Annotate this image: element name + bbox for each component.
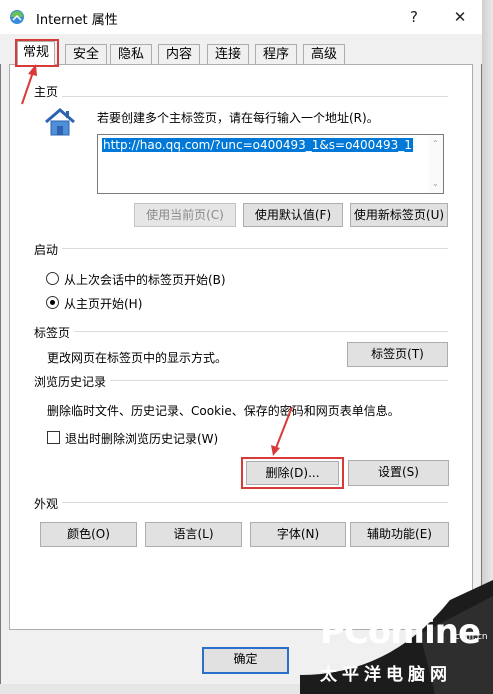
languages-button[interactable]: 语言(L) xyxy=(145,522,242,547)
radio-selected-dot xyxy=(50,300,55,305)
home-instruction: 若要创建多个主标签页，请在每行输入一个地址(R)。 xyxy=(97,111,379,125)
scroll-up-icon[interactable]: ⌃ xyxy=(432,139,439,148)
accessibility-button[interactable]: 辅助功能(E) xyxy=(350,522,449,547)
tabs-section-label: 标签页 xyxy=(34,324,75,341)
appearance-section-label: 外观 xyxy=(34,495,63,512)
use-new-tab-button[interactable]: 使用新标签页(U) xyxy=(350,203,448,227)
startup-divider xyxy=(36,248,448,249)
home-section-label: 主页 xyxy=(34,83,63,100)
tabs-divider xyxy=(36,331,448,332)
startup-last-session-label: 从上次会话中的标签页开始(B) xyxy=(64,273,226,287)
highlight-general-tab xyxy=(15,39,59,67)
tab-connections[interactable]: 连接 xyxy=(207,44,249,65)
close-button[interactable]: ✕ xyxy=(446,4,474,30)
pconline-watermark: PConline .com.cn 太平洋电脑网 xyxy=(300,580,493,694)
tabs-description: 更改网页在标签页中的显示方式。 xyxy=(47,351,228,365)
window-title: Internet 属性 xyxy=(36,13,118,28)
history-settings-button[interactable]: 设置(S) xyxy=(348,460,449,486)
delete-on-exit-checkbox[interactable] xyxy=(47,431,60,444)
title-bar: Internet 属性 ? ✕ xyxy=(0,0,482,34)
delete-on-exit-label: 退出时删除浏览历史记录(W) xyxy=(65,432,219,446)
tab-content[interactable]: 内容 xyxy=(158,44,200,65)
home-house-icon xyxy=(45,108,75,136)
fonts-button[interactable]: 字体(N) xyxy=(250,522,346,547)
watermark-chinese-name: 太平洋电脑网 xyxy=(320,665,452,685)
watermark-domain: .com.cn xyxy=(452,632,488,642)
history-description: 删除临时文件、历史记录、Cookie、保存的密码和网页表单信息。 xyxy=(47,404,400,418)
tab-privacy[interactable]: 隐私 xyxy=(110,44,152,65)
appearance-divider xyxy=(36,502,448,503)
highlight-delete-button xyxy=(241,457,344,489)
startup-section-label: 启动 xyxy=(34,241,63,258)
tab-security[interactable]: 安全 xyxy=(65,44,107,65)
tabs-settings-button[interactable]: 标签页(T) xyxy=(347,342,448,367)
use-current-button[interactable]: 使用当前页(C) xyxy=(134,203,236,227)
scroll-down-icon[interactable]: ⌄ xyxy=(432,179,439,188)
startup-home-page-radio[interactable] xyxy=(46,296,59,309)
tab-programs[interactable]: 程序 xyxy=(255,44,297,65)
colors-button[interactable]: 颜色(O) xyxy=(40,522,137,547)
internet-options-icon xyxy=(10,10,24,24)
ok-button[interactable]: 确定 xyxy=(202,647,289,674)
url-scrollbar[interactable]: ⌃ ⌄ xyxy=(429,135,443,193)
startup-last-session-radio[interactable] xyxy=(46,272,59,285)
tab-advanced[interactable]: 高级 xyxy=(303,44,345,65)
home-page-url-text: http://hao.qq.com/?unc=o400493_1&s=o4004… xyxy=(102,138,413,152)
use-default-button[interactable]: 使用默认值(F) xyxy=(243,203,343,227)
startup-home-page-label: 从主页开始(H) xyxy=(64,297,143,311)
history-section-label: 浏览历史记录 xyxy=(34,373,111,390)
home-section-divider xyxy=(36,96,448,97)
home-page-url-textarea[interactable]: http://hao.qq.com/?unc=o400493_1&s=o4004… xyxy=(97,134,444,194)
help-button[interactable]: ? xyxy=(400,4,428,30)
